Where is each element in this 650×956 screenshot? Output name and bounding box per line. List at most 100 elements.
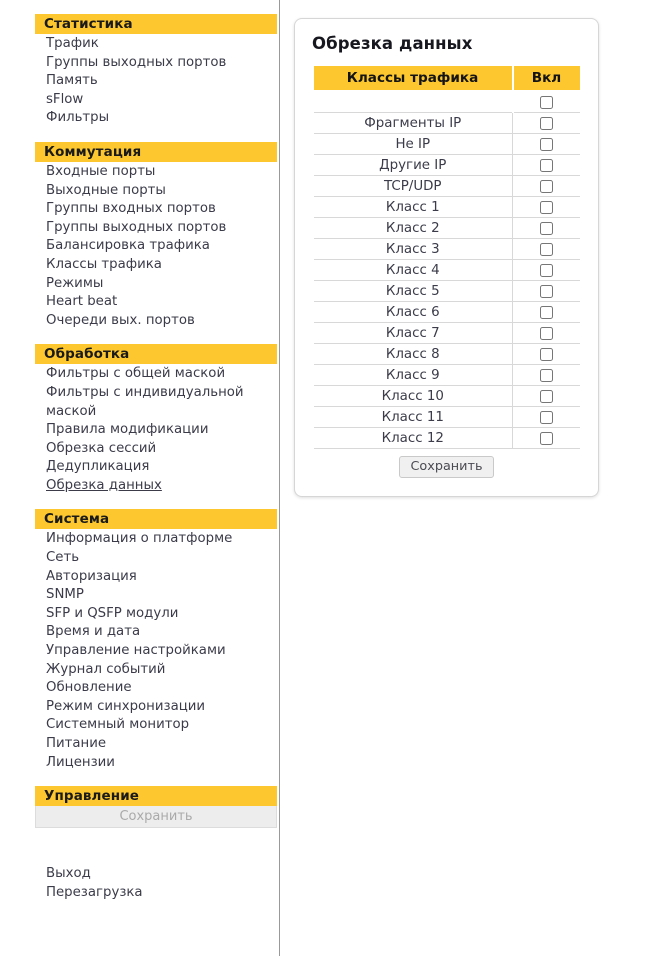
traffic-class-checkbox[interactable] bbox=[539, 390, 553, 403]
sidebar-list-item: Выходные порты bbox=[0, 182, 279, 201]
sidebar-item-системный-монитор[interactable]: Системный монитор bbox=[0, 716, 279, 735]
sidebar-list-item: Выход bbox=[0, 865, 279, 884]
sidebar-list-item: Классы трафика bbox=[0, 256, 279, 275]
sidebar-list-item: SNMP bbox=[0, 586, 279, 605]
main-content: Обрезка данных Классы трафика Вкл Фрагме… bbox=[280, 0, 650, 497]
sidebar-group-header: Коммутация bbox=[35, 141, 277, 162]
traffic-class-checkbox[interactable] bbox=[539, 348, 553, 361]
traffic-class-checkbox[interactable] bbox=[539, 285, 553, 298]
traffic-class-enable-cell bbox=[512, 154, 580, 176]
table-row: Фрагменты IP bbox=[313, 112, 580, 134]
sidebar-item-выходные-порты[interactable]: Выходные порты bbox=[0, 182, 279, 201]
sidebar-item-группы-выходных-портов[interactable]: Группы выходных портов bbox=[0, 54, 279, 73]
table-row: TCP/UDP bbox=[313, 175, 580, 197]
sidebar-list-item: Дедупликация bbox=[0, 458, 279, 477]
save-button[interactable]: Сохранить bbox=[398, 456, 495, 478]
sidebar-item-перезагрузка[interactable]: Перезагрузка bbox=[0, 884, 279, 903]
sidebar-group: Обработка Фильтры с общей маской Фильтры с… bbox=[0, 344, 279, 495]
traffic-class-enable-cell bbox=[512, 133, 580, 155]
sidebar-list-item: Журнал событий bbox=[0, 661, 279, 680]
sidebar-item-сеть[interactable]: Сеть bbox=[0, 549, 279, 568]
traffic-class-checkbox[interactable] bbox=[539, 432, 553, 445]
sidebar-item-обрезка-сессий[interactable]: Обрезка сессий bbox=[0, 440, 279, 459]
sidebar-item-обновление[interactable]: Обновление bbox=[0, 679, 279, 698]
traffic-class-checkbox[interactable] bbox=[539, 138, 553, 151]
sidebar-item-фильтры-с-общей-маской[interactable]: Фильтры с общей маской bbox=[0, 365, 279, 384]
select-all-row bbox=[313, 90, 580, 113]
traffic-class-label: Класс 5 bbox=[313, 280, 513, 302]
sidebar-list-item: Обрезка сессий bbox=[0, 440, 279, 459]
traffic-class-checkbox[interactable] bbox=[539, 243, 553, 256]
sidebar-item-авторизация[interactable]: Авторизация bbox=[0, 568, 279, 587]
sidebar-item-группы-входных-портов[interactable]: Группы входных портов bbox=[0, 200, 279, 219]
traffic-class-enable-cell bbox=[512, 196, 580, 218]
sidebar-item-фильтры[interactable]: Фильтры bbox=[0, 109, 279, 128]
sidebar-list-item: Лицензии bbox=[0, 754, 279, 773]
sidebar-item-журнал-событий[interactable]: Журнал событий bbox=[0, 661, 279, 680]
traffic-class-label: TCP/UDP bbox=[313, 175, 513, 197]
sidebar-item-классы-трафика[interactable]: Классы трафика bbox=[0, 256, 279, 275]
sidebar-list-item: Информация о платформе bbox=[0, 530, 279, 549]
traffic-class-enable-cell bbox=[512, 301, 580, 323]
select-all-cell bbox=[512, 90, 580, 113]
sidebar-list-item: Память bbox=[0, 72, 279, 91]
sidebar-item-время-и-дата[interactable]: Время и дата bbox=[0, 623, 279, 642]
sidebar-item-sfp-и-qsfp-модули[interactable]: SFP и QSFP модули bbox=[0, 605, 279, 624]
table-row: Класс 12 bbox=[313, 427, 580, 449]
sidebar-item-очереди-вых-портов[interactable]: Очереди вых. портов bbox=[0, 312, 279, 331]
sidebar-item-входные-порты[interactable]: Входные порты bbox=[0, 163, 279, 182]
sidebar-save-button[interactable]: Сохранить bbox=[35, 806, 277, 829]
sidebar-item-управление-настройками[interactable]: Управление настройками bbox=[0, 642, 279, 661]
table-row: Не IP bbox=[313, 133, 580, 155]
sidebar-item-группы-выходных-портов[interactable]: Группы выходных портов bbox=[0, 219, 279, 238]
sidebar-item-sflow[interactable]: sFlow bbox=[0, 91, 279, 110]
traffic-class-checkbox[interactable] bbox=[539, 159, 553, 172]
sidebar-list-item: Фильтры bbox=[0, 109, 279, 128]
sidebar-item-питание[interactable]: Питание bbox=[0, 735, 279, 754]
traffic-class-checkbox[interactable] bbox=[539, 264, 553, 277]
sidebar-item-режим-синхронизации[interactable]: Режим синхронизации bbox=[0, 698, 279, 717]
column-header-enabled: Вкл bbox=[512, 66, 580, 91]
traffic-class-checkbox[interactable] bbox=[539, 117, 553, 130]
sidebar-item-heart-beat[interactable]: Heart beat bbox=[0, 293, 279, 312]
sidebar-item-правила-модификации[interactable]: Правила модификации bbox=[0, 421, 279, 440]
table-row: Класс 4 bbox=[313, 259, 580, 281]
traffic-class-checkbox[interactable] bbox=[539, 369, 553, 382]
sidebar-item-выход[interactable]: Выход bbox=[0, 865, 279, 884]
sidebar-item-балансировка-трафика[interactable]: Балансировка трафика bbox=[0, 237, 279, 256]
traffic-class-enable-cell bbox=[512, 364, 580, 386]
traffic-class-checkbox[interactable] bbox=[539, 411, 553, 424]
sidebar-item-трафик[interactable]: Трафик bbox=[0, 35, 279, 54]
traffic-class-checkbox[interactable] bbox=[539, 327, 553, 340]
traffic-class-checkbox[interactable] bbox=[539, 222, 553, 235]
traffic-class-checkbox[interactable] bbox=[539, 201, 553, 214]
table-row: Класс 10 bbox=[313, 385, 580, 407]
sidebar-list-item: Группы входных портов bbox=[0, 200, 279, 219]
sidebar-item-дедупликация[interactable]: Дедупликация bbox=[0, 458, 279, 477]
sidebar-item-list: Трафик Группы выходных портов Память sFlow Ф… bbox=[0, 34, 279, 128]
sidebar-list-item: Обновление bbox=[0, 679, 279, 698]
sidebar-item-обрезка-данных[interactable]: Обрезка данных bbox=[0, 477, 279, 496]
sidebar-item-snmp[interactable]: SNMP bbox=[0, 586, 279, 605]
traffic-class-label: Класс 10 bbox=[313, 385, 513, 407]
sidebar-item-информация-о-платформе[interactable]: Информация о платформе bbox=[0, 530, 279, 549]
sidebar-list-item: Управление настройками bbox=[0, 642, 279, 661]
traffic-class-checkbox[interactable] bbox=[539, 306, 553, 319]
sidebar-item-list: Информация о платформе Сеть Авторизация SNM… bbox=[0, 529, 279, 772]
traffic-class-enable-cell bbox=[512, 259, 580, 281]
page-title: Обрезка данных bbox=[312, 34, 473, 53]
sidebar-item-режимы[interactable]: Режимы bbox=[0, 275, 279, 294]
traffic-class-enable-cell bbox=[512, 238, 580, 260]
sidebar-item-фильтры-с-индивидуальной-маской[interactable]: Фильтры с индивидуальной маской bbox=[0, 384, 279, 421]
sidebar-list-item: Перезагрузка bbox=[0, 884, 279, 903]
traffic-class-checkbox[interactable] bbox=[539, 180, 553, 193]
select-all-checkbox[interactable] bbox=[540, 96, 553, 109]
sidebar-group-header: Обработка bbox=[35, 344, 277, 365]
sidebar-item-память[interactable]: Память bbox=[0, 72, 279, 91]
sidebar-item-лицензии[interactable]: Лицензии bbox=[0, 754, 279, 773]
traffic-class-enable-cell bbox=[512, 112, 580, 134]
traffic-class-label: Класс 1 bbox=[313, 196, 513, 218]
table-row: Класс 11 bbox=[313, 406, 580, 428]
traffic-class-enable-cell bbox=[512, 406, 580, 428]
